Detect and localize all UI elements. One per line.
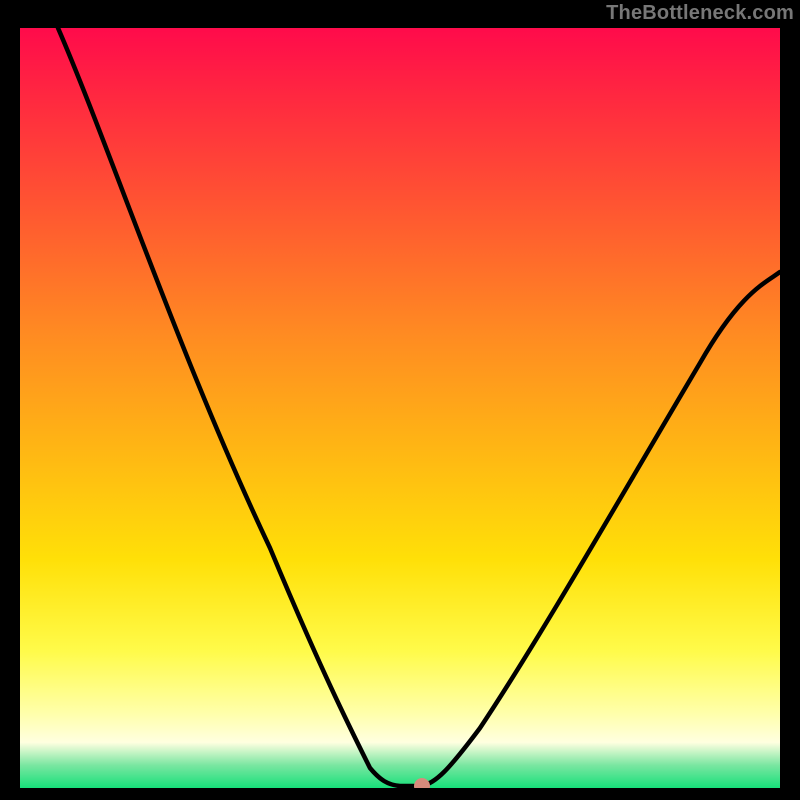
watermark-text: TheBottleneck.com xyxy=(606,2,794,25)
curve-path xyxy=(58,28,780,786)
bottleneck-curve xyxy=(20,28,780,788)
chart-frame: TheBottleneck.com xyxy=(0,0,800,800)
plot-area xyxy=(20,28,780,788)
optimal-point-marker xyxy=(414,778,430,788)
